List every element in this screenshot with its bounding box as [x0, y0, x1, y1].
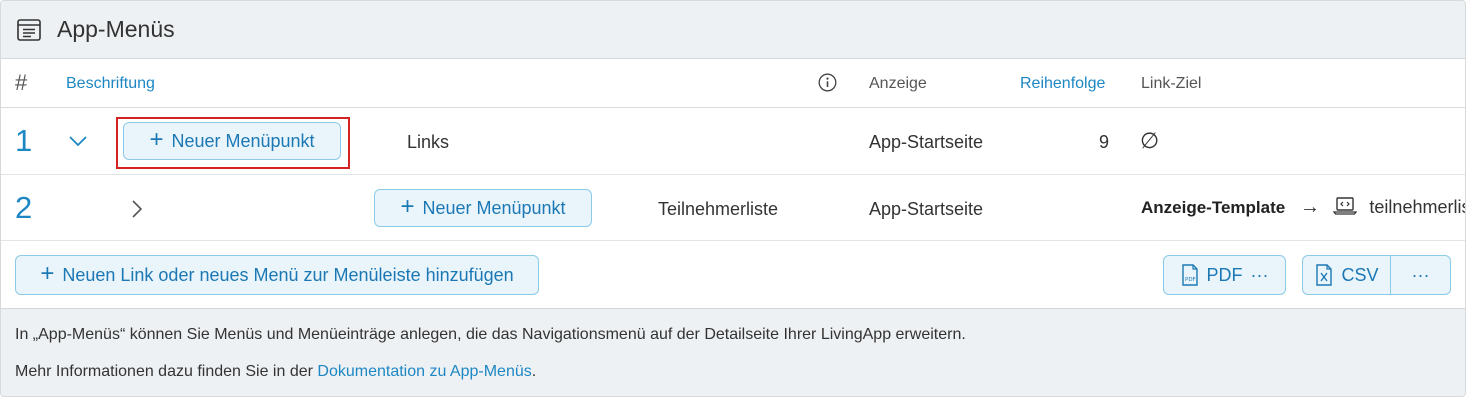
row-order: 9: [1099, 132, 1110, 152]
page-title: App-Menüs: [57, 16, 175, 42]
documentation-link[interactable]: Dokumentation zu App-Menüs: [317, 363, 531, 380]
table-header: # Beschriftung Anzeige Reihenfolge Link-…: [1, 59, 1465, 108]
csv-export-button[interactable]: CSV: [1302, 255, 1392, 295]
svg-text:PDF: PDF: [1185, 277, 1196, 283]
doc-suffix: .: [531, 363, 537, 380]
column-hash: #: [15, 70, 28, 95]
pdf-export-button[interactable]: PDF PDF ···: [1163, 255, 1286, 295]
laptop-code-icon: [1332, 197, 1357, 215]
row-display: App-Startseite: [869, 199, 984, 219]
plus-icon: +: [400, 193, 415, 220]
chevron-down-icon[interactable]: [68, 135, 88, 147]
excel-file-icon: [1315, 264, 1333, 286]
info-text: In „App-Menüs“ können Sie Menüs und Menü…: [15, 326, 966, 343]
app-menus-panel: App-Menüs # Beschriftung Anzeige Reihenf…: [0, 0, 1466, 397]
menu-list-icon: [17, 19, 41, 41]
more-options-icon: ···: [1411, 264, 1430, 285]
export-more-button[interactable]: ···: [1390, 255, 1451, 295]
row-display: App-Startseite: [869, 132, 984, 152]
table-toolbar: + Neuen Link oder neues Menü zur Menülei…: [1, 241, 1465, 309]
more-options-icon: ···: [1250, 264, 1269, 285]
column-label[interactable]: Beschriftung: [66, 75, 155, 93]
pdf-label: PDF: [1206, 264, 1243, 285]
row-number: 2: [15, 190, 33, 225]
add-link-or-menu-button[interactable]: + Neuen Link oder neues Menü zur Menülei…: [15, 255, 539, 295]
new-menu-item-label: Neuer Menüpunkt: [422, 197, 566, 218]
row-label: Teilnehmerliste: [658, 199, 779, 219]
new-menu-item-button[interactable]: + Neuer Menüpunkt: [374, 189, 592, 227]
row-target: Anzeige-Template → teilnehmerliste: [1141, 196, 1465, 222]
pdf-file-icon: PDF: [1181, 264, 1199, 286]
table-row: 2 + Neuer Menüpunkt Teilnehmerliste App-…: [1, 175, 1465, 241]
arrow-right-icon: →: [1299, 196, 1320, 218]
target-type: Anzeige-Template: [1141, 198, 1286, 217]
documentation-text: Mehr Informationen dazu finden Sie in de…: [15, 363, 536, 381]
column-target: Link-Ziel: [1141, 75, 1202, 92]
add-link-label: Neuen Link oder neues Menü zur Menüleist…: [62, 264, 514, 285]
csv-label: CSV: [1341, 264, 1379, 285]
row-label: Links: [407, 132, 450, 152]
chevron-right-icon[interactable]: [131, 199, 143, 219]
doc-prefix: Mehr Informationen dazu finden Sie in de…: [15, 363, 318, 380]
panel-header: App-Menüs: [1, 1, 1465, 59]
row-number: 1: [15, 123, 33, 158]
highlight-box: [116, 117, 350, 169]
empty-set-icon: ∅: [1140, 128, 1160, 153]
column-display: Anzeige: [869, 75, 927, 92]
info-footer: In „App-Menüs“ können Sie Menüs und Menü…: [1, 309, 1465, 396]
info-icon[interactable]: [818, 73, 837, 92]
target-value[interactable]: teilnehmerliste: [1369, 197, 1465, 217]
column-order[interactable]: Reihenfolge: [1020, 75, 1105, 93]
plus-icon: +: [40, 260, 55, 287]
